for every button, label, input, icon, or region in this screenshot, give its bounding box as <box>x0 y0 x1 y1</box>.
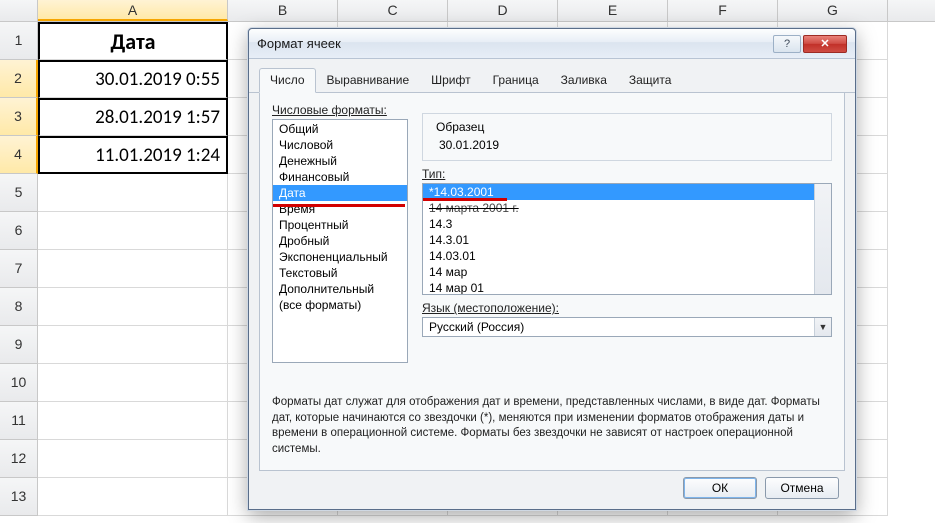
category-item[interactable]: Текстовый <box>273 265 407 281</box>
col-header-E[interactable]: E <box>558 0 668 21</box>
col-header-G[interactable]: G <box>778 0 888 21</box>
cell-A2[interactable]: 30.01.2019 0:55 <box>38 60 228 98</box>
cell[interactable] <box>38 174 228 212</box>
cell[interactable] <box>38 364 228 402</box>
category-item[interactable]: Дополнительный <box>273 281 407 297</box>
cancel-button[interactable]: Отмена <box>765 477 839 499</box>
close-icon: ✕ <box>820 37 829 50</box>
annotation-red-line <box>272 204 405 207</box>
col-header-D[interactable]: D <box>448 0 558 21</box>
row-header-7[interactable]: 7 <box>0 250 38 288</box>
col-header-A[interactable]: A <box>38 0 228 21</box>
category-item[interactable]: Числовой <box>273 137 407 153</box>
cell[interactable] <box>38 440 228 478</box>
row-header-1[interactable]: 1 <box>0 22 38 60</box>
type-item[interactable]: 14 мар 01 <box>423 280 831 295</box>
tab-number[interactable]: Число <box>259 68 316 93</box>
cell-A1[interactable]: Дата <box>38 22 228 60</box>
tab-fill[interactable]: Заливка <box>550 68 618 93</box>
tab-border[interactable]: Граница <box>482 68 550 93</box>
type-item[interactable]: 14.3.01 <box>423 232 831 248</box>
help-button[interactable]: ? <box>773 35 801 53</box>
category-item[interactable]: Дробный <box>273 233 407 249</box>
row-header-4[interactable]: 4 <box>0 136 38 174</box>
cell[interactable] <box>38 326 228 364</box>
tab-number-pane: Числовые форматы: Общий Числовой Денежны… <box>259 93 845 471</box>
dialog-titlebar[interactable]: Формат ячеек ? ✕ <box>249 29 855 59</box>
category-item[interactable]: Экспоненциальный <box>273 249 407 265</box>
col-header-C[interactable]: C <box>338 0 448 21</box>
row-header-9[interactable]: 9 <box>0 326 38 364</box>
type-item[interactable]: 14 мар <box>423 264 831 280</box>
row-header-10[interactable]: 10 <box>0 364 38 402</box>
row-header-6[interactable]: 6 <box>0 212 38 250</box>
category-item[interactable]: (все форматы) <box>273 297 407 313</box>
type-label: Тип: <box>422 167 832 181</box>
col-header-B[interactable]: B <box>228 0 338 21</box>
type-list[interactable]: *14.03.2001 14 марта 2001 г. 14.3 14.3.0… <box>422 183 832 295</box>
cell[interactable] <box>38 478 228 516</box>
row-header-8[interactable]: 8 <box>0 288 38 326</box>
cell-A4[interactable]: 11.01.2019 1:24 <box>38 136 228 174</box>
cell[interactable] <box>38 402 228 440</box>
sample-label: Образец <box>433 120 487 134</box>
row-header-13[interactable]: 13 <box>0 478 38 516</box>
categories-label: Числовые форматы: <box>272 103 408 117</box>
sample-box: Образец 30.01.2019 <box>422 113 832 161</box>
cell-A3[interactable]: 28.01.2019 1:57 <box>38 98 228 136</box>
close-button[interactable]: ✕ <box>803 35 847 53</box>
tab-protection[interactable]: Защита <box>618 68 683 93</box>
category-item[interactable]: Процентный <box>273 217 407 233</box>
dialog-title: Формат ячеек <box>257 36 771 51</box>
tab-font[interactable]: Шрифт <box>420 68 481 93</box>
category-item[interactable]: Общий <box>273 121 407 137</box>
category-item[interactable]: Денежный <box>273 153 407 169</box>
format-cells-dialog: Формат ячеек ? ✕ Число Выравнивание Шриф… <box>248 28 856 510</box>
chevron-down-icon[interactable]: ▼ <box>814 318 831 336</box>
cell[interactable] <box>38 212 228 250</box>
type-item[interactable]: 14 марта 2001 г. <box>423 200 831 216</box>
ok-button[interactable]: ОК <box>683 477 757 499</box>
col-header-F[interactable]: F <box>668 0 778 21</box>
type-item[interactable]: 14.3 <box>423 216 831 232</box>
cell[interactable] <box>38 250 228 288</box>
row-header-11[interactable]: 11 <box>0 402 38 440</box>
type-scrollbar[interactable] <box>814 184 831 294</box>
type-item[interactable]: 14.03.01 <box>423 248 831 264</box>
dialog-tabs: Число Выравнивание Шрифт Граница Заливка… <box>249 59 855 93</box>
locale-label: Язык (местоположение): <box>422 301 832 315</box>
sample-value: 30.01.2019 <box>431 138 823 152</box>
locale-combo[interactable]: Русский (Россия) ▼ <box>422 317 832 337</box>
row-header-5[interactable]: 5 <box>0 174 38 212</box>
category-list[interactable]: Общий Числовой Денежный Финансовый Дата … <box>272 119 408 363</box>
locale-value: Русский (Россия) <box>429 320 524 334</box>
category-item-selected[interactable]: Дата <box>273 185 407 201</box>
tab-alignment[interactable]: Выравнивание <box>316 68 421 93</box>
select-all-corner[interactable] <box>0 0 38 21</box>
dialog-buttons: ОК Отмена <box>683 477 839 499</box>
annotation-red-line <box>423 198 507 201</box>
row-header-2[interactable]: 2 <box>0 60 38 98</box>
category-item[interactable]: Финансовый <box>273 169 407 185</box>
row-header-12[interactable]: 12 <box>0 440 38 478</box>
row-header-3[interactable]: 3 <box>0 98 38 136</box>
cell[interactable] <box>38 288 228 326</box>
column-headers: A B C D E F G <box>0 0 935 22</box>
format-hint: Форматы дат служат для отображения дат и… <box>272 395 832 457</box>
